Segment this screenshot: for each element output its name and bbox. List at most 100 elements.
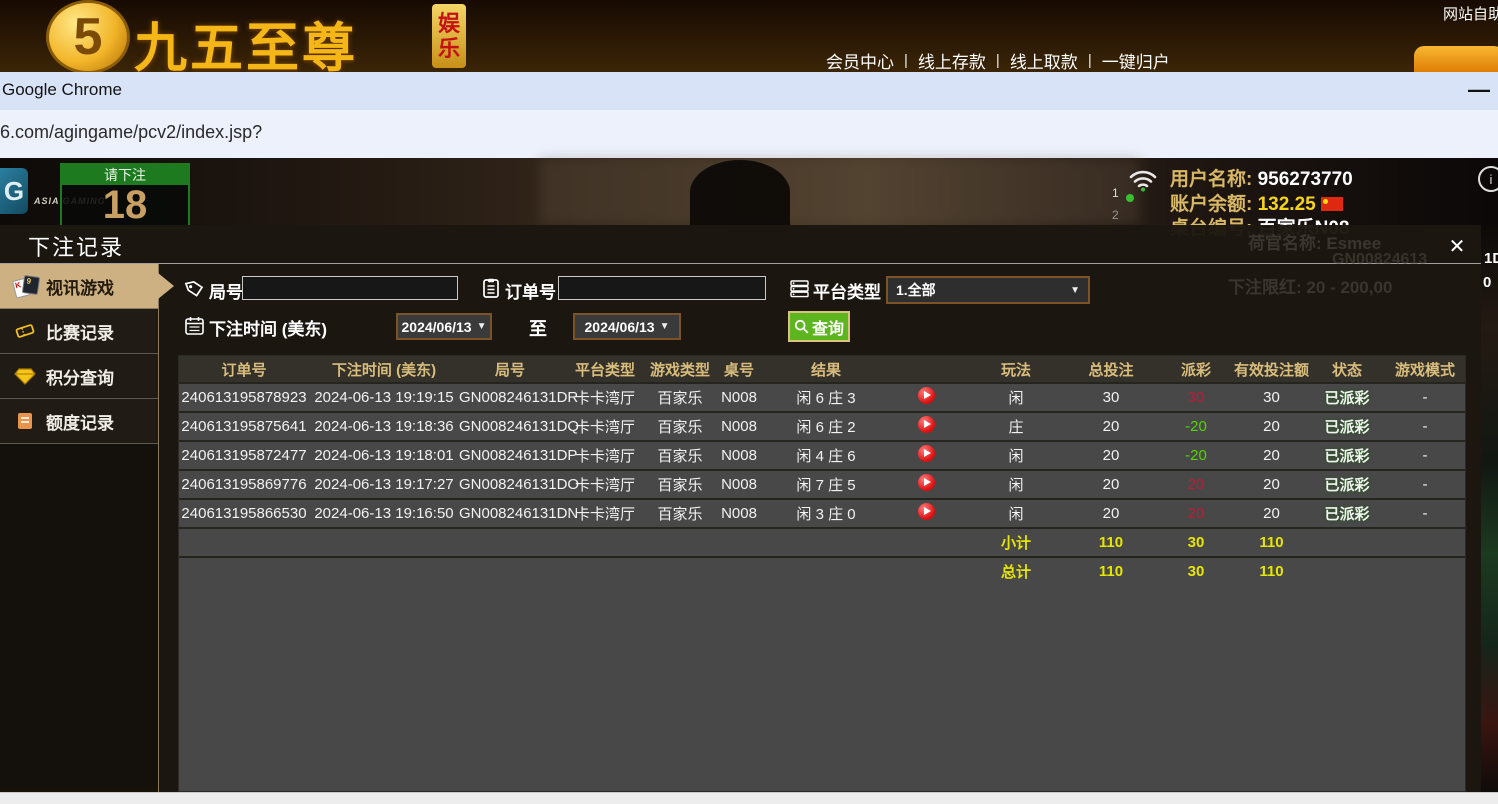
search-button[interactable]: 查询 — [788, 311, 850, 342]
col-payout: 派彩 — [1158, 356, 1234, 383]
chevron-down-icon: ▼ — [1070, 285, 1080, 296]
site-logo: 九五至尊 — [134, 6, 358, 82]
minimize-button[interactable]: — — [1462, 74, 1496, 106]
round-number-label: 局号 — [209, 278, 243, 303]
table-row: 2406131958697762024-06-13 19:17:27GN0082… — [179, 470, 1465, 499]
sidebar-empty-area — [0, 444, 158, 787]
logo-badge: 娱 乐 — [432, 4, 466, 68]
road-marker-2: 2 — [1112, 208, 1119, 222]
col-bet-time: 下注时间 (美东) — [309, 356, 459, 383]
platform-type-icon — [788, 277, 810, 299]
screen: 5 九五至尊 娱 乐 网站自助 会员中心 | 线上存款 | 线上取款 | 一键归… — [0, 0, 1498, 804]
replay-button[interactable] — [918, 387, 935, 404]
grand-total-valid-bet: 110 — [1234, 557, 1309, 585]
nav-withdraw[interactable]: 线上取款 — [1010, 48, 1078, 73]
bleed-bet-limit: 下注限红: 20 - 200,00 — [1228, 273, 1392, 298]
road-marker-1: 1 — [1112, 186, 1119, 200]
sidebar-item-points-query[interactable]: 积分查询 — [0, 354, 158, 399]
logo-coin-digit: 5 — [74, 7, 103, 67]
replay-button[interactable] — [918, 503, 935, 520]
asia-gaming-logo: G — [0, 168, 28, 214]
search-icon — [794, 319, 809, 334]
wifi-icon — [1128, 168, 1158, 192]
china-flag-icon — [1321, 197, 1343, 211]
sidebar-item-video-games[interactable]: K9 视讯游戏 — [0, 264, 158, 309]
url-text: 6.com/agingame/pcv2/index.jsp? — [0, 122, 262, 143]
modal-title: 下注记录 — [28, 230, 124, 262]
subtotal-payout: 30 — [1158, 528, 1234, 557]
grand-total-total-bet: 110 — [1064, 557, 1158, 585]
dealer-silhouette — [690, 160, 790, 225]
col-game-mode: 游戏模式 — [1385, 356, 1465, 383]
order-number-label: 订单号 — [505, 278, 556, 303]
chevron-down-icon: ▼ — [660, 321, 670, 332]
logout-button[interactable] — [1414, 46, 1498, 72]
order-number-input[interactable] — [558, 276, 766, 300]
logo-coin-icon: 5 — [46, 0, 130, 74]
nav-deposit[interactable]: 线上存款 — [918, 48, 986, 73]
platform-type-value: 1.全部 — [896, 280, 936, 300]
calendar-icon — [183, 314, 205, 336]
table-row: 2406131958665302024-06-13 19:16:50GN0082… — [179, 499, 1465, 528]
col-status: 状态 — [1309, 356, 1385, 383]
countdown-value: 18 — [62, 185, 188, 225]
date-to-select[interactable]: 2024/06/13 ▼ — [573, 313, 681, 340]
balance-line: 账户余额: 132.25 — [1170, 189, 1343, 216]
sidebar-item-label: 额度记录 — [46, 409, 114, 434]
window-title: Google Chrome — [2, 80, 122, 100]
bet-time-label: 下注时间 (美东) — [209, 315, 327, 340]
balance-value: 132.25 — [1258, 194, 1316, 215]
user-name-line: 用户名称: 956273770 — [1170, 164, 1353, 191]
bet-countdown-box: 请下注 18 — [60, 163, 190, 229]
window-bottom-edge — [0, 792, 1498, 804]
table-row: 2406131958789232024-06-13 19:19:15GN0082… — [179, 383, 1465, 412]
road-dot — [1126, 194, 1134, 202]
date-from-select[interactable]: 2024/06/13 ▼ — [396, 313, 492, 340]
col-game-type: 游戏类型 — [649, 356, 711, 383]
background-bleed-strip: 1D 0 — [1481, 225, 1498, 792]
platform-type-select[interactable]: 1.全部 ▼ — [886, 276, 1090, 304]
replay-button[interactable] — [918, 445, 935, 462]
grand-total-payout: 30 — [1158, 557, 1234, 585]
address-bar[interactable]: 6.com/agingame/pcv2/index.jsp? — [0, 110, 1498, 161]
col-valid-bet: 有效投注额 — [1234, 356, 1309, 383]
nav-separator: | — [996, 52, 1000, 69]
site-home-link[interactable]: 网站自助 — [1443, 3, 1498, 24]
search-button-label: 查询 — [812, 315, 844, 339]
chevron-down-icon: ▼ — [477, 321, 487, 332]
limit-fragment: 0 — [1483, 274, 1491, 291]
col-platform: 平台类型 — [561, 356, 649, 383]
sidebar-item-label: 积分查询 — [46, 364, 114, 389]
top-nav: 会员中心 | 线上存款 | 线上取款 | 一键归户 — [826, 48, 1170, 73]
modal-sidebar: K9 视讯游戏 比赛记录 — [0, 264, 159, 792]
order-list-icon — [480, 277, 502, 299]
col-result: 结果 — [767, 356, 885, 383]
col-round-no: 局号 — [459, 356, 561, 383]
table-row: 2406131958724772024-06-13 19:18:01GN0082… — [179, 441, 1465, 470]
close-icon[interactable]: ✕ — [1444, 233, 1470, 259]
video-background — [540, 158, 1140, 225]
grand-total-row: 总计 110 30 110 — [179, 557, 1465, 585]
date-to-label: 至 — [529, 315, 547, 341]
gem-icon — [14, 365, 36, 387]
replay-button[interactable] — [918, 416, 935, 433]
sidebar-item-label: 比赛记录 — [46, 319, 114, 344]
user-name-value: 956273770 — [1258, 169, 1353, 190]
nav-one-key-transfer[interactable]: 一键归户 — [1102, 48, 1170, 73]
subtotal-valid-bet: 110 — [1234, 528, 1309, 557]
col-table-no: 桌号 — [711, 356, 767, 383]
subtotal-label: 小计 — [968, 528, 1064, 557]
platform-type-label: 平台类型 — [813, 278, 881, 303]
col-total-bet: 总投注 — [1064, 356, 1158, 383]
playing-cards-icon: K9 — [14, 275, 36, 297]
nav-member-center[interactable]: 会员中心 — [826, 48, 894, 73]
info-icon[interactable]: i — [1478, 166, 1498, 192]
date-from-value: 2024/06/13 — [402, 319, 472, 335]
col-order-no: 订单号 — [179, 356, 309, 383]
replay-button[interactable] — [918, 474, 935, 491]
sidebar-item-quota-records[interactable]: 额度记录 — [0, 399, 158, 444]
round-id-fragment: 1D — [1484, 250, 1498, 267]
sidebar-item-match-records[interactable]: 比赛记录 — [0, 309, 158, 354]
col-replay — [885, 356, 968, 383]
round-number-input[interactable] — [242, 276, 458, 300]
